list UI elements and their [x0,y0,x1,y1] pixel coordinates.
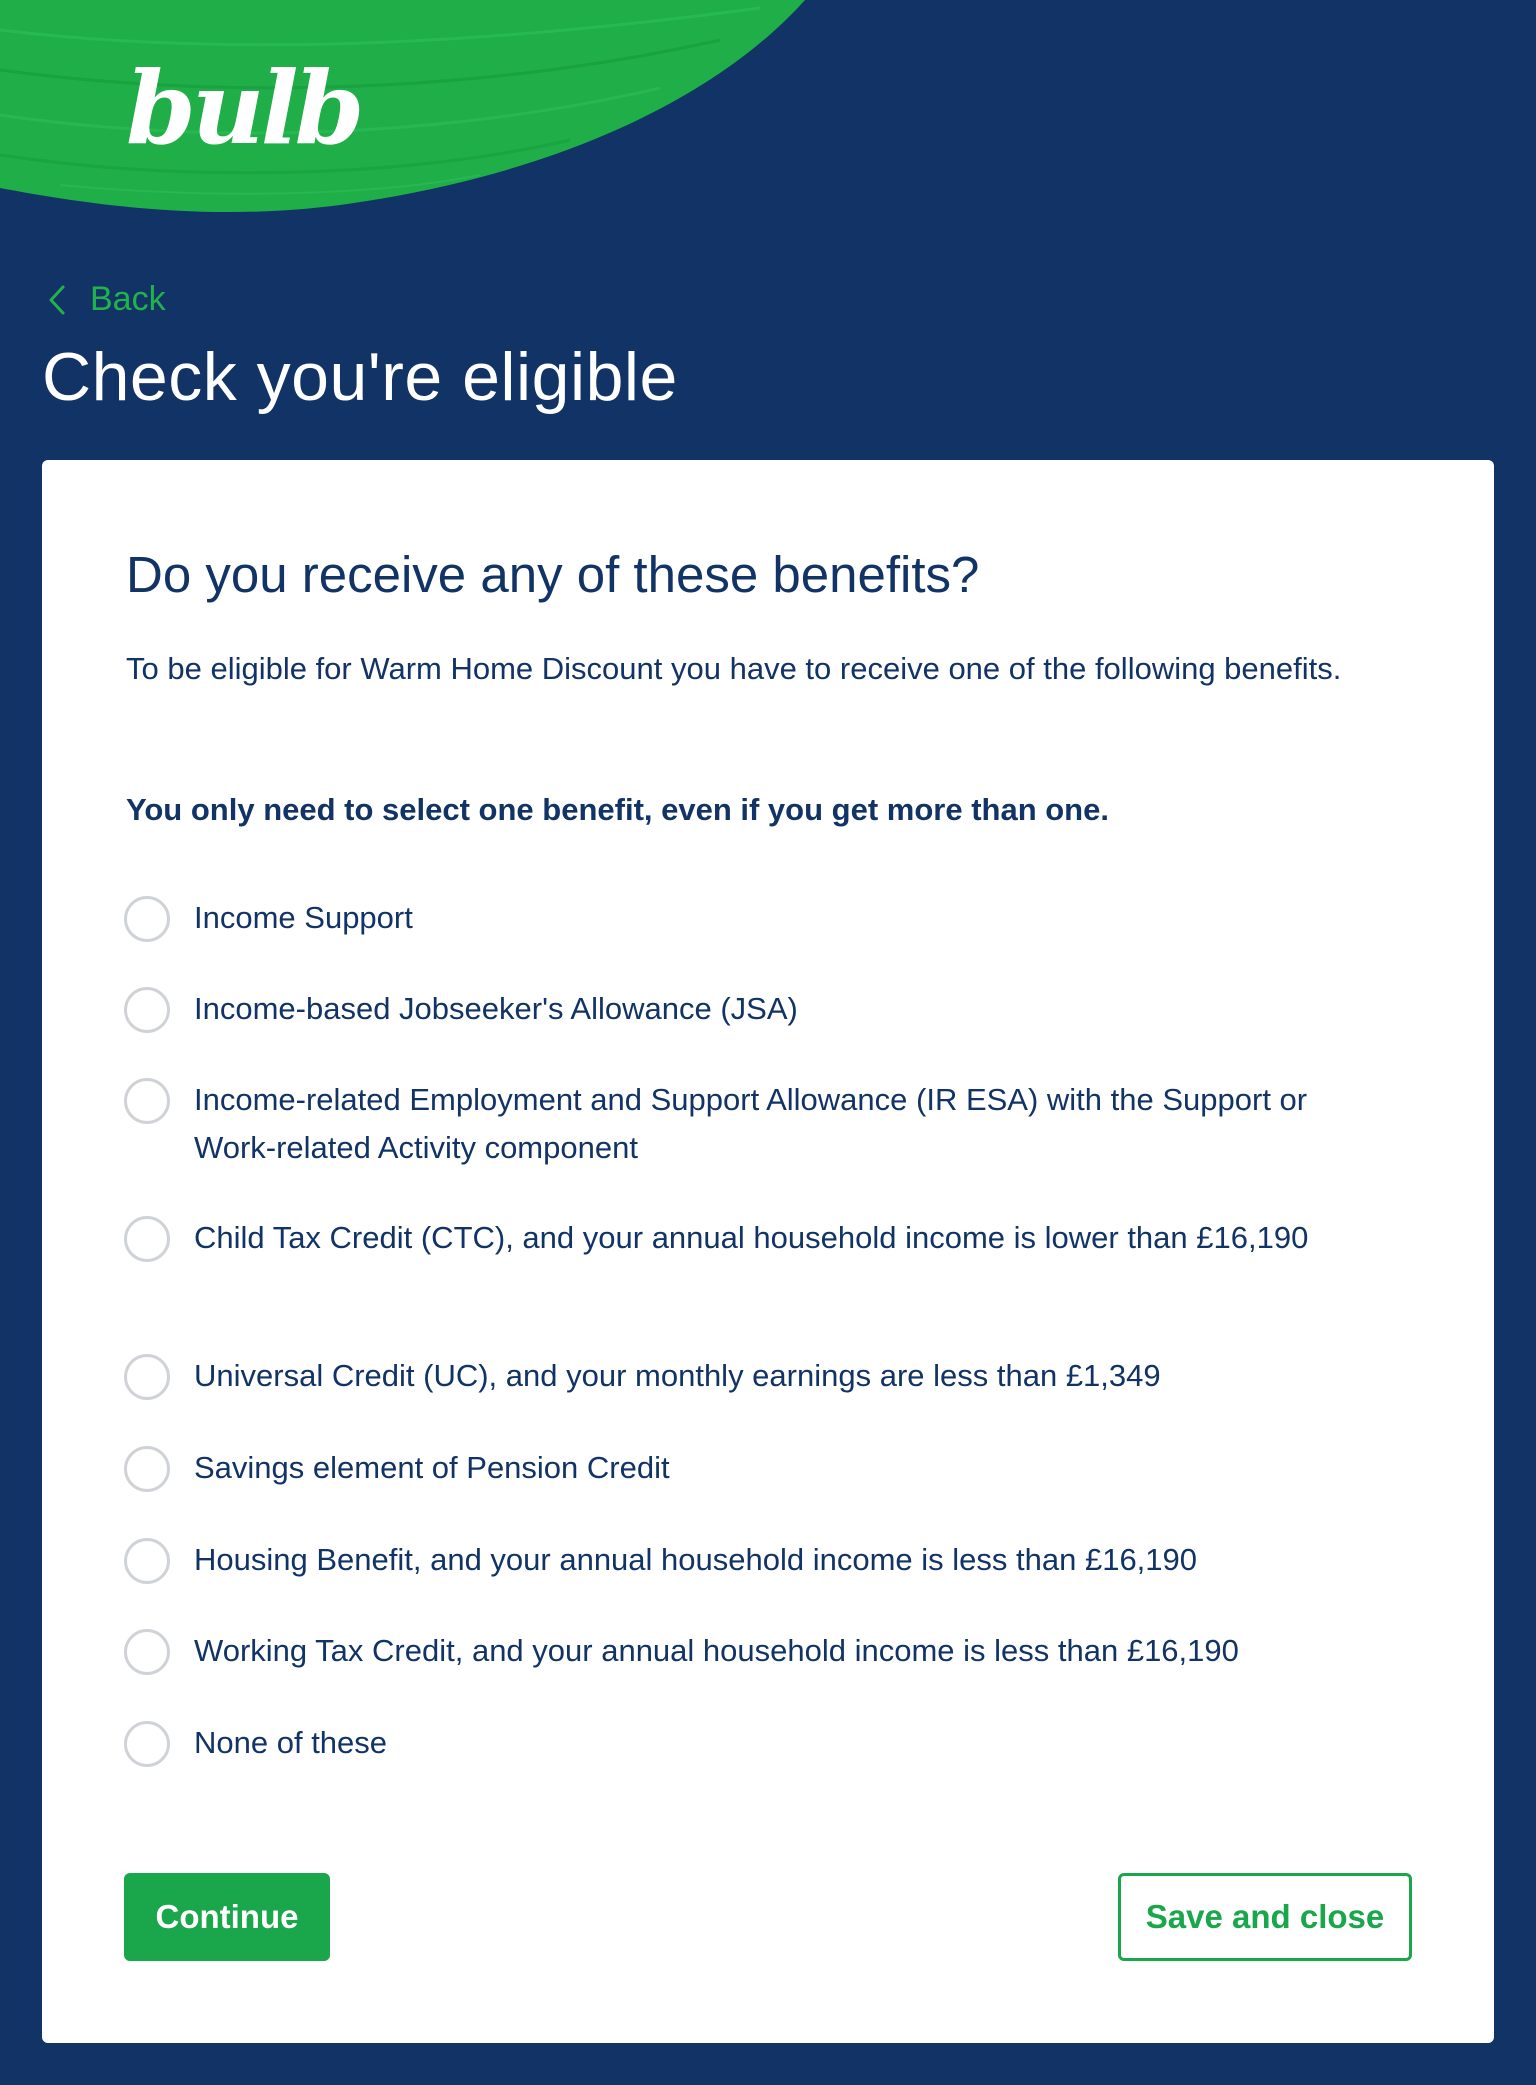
benefit-option-income-support[interactable]: Income Support [124,896,1404,942]
option-label: Working Tax Credit, and your annual hous… [194,1633,1239,1668]
option-label: Income-based Jobseeker's Allowance (JSA) [194,991,798,1026]
intro-text: To be eligible for Warm Home Discount yo… [126,651,1342,686]
radio-button[interactable] [124,1354,170,1400]
option-label: Savings element of Pension Credit [194,1450,670,1485]
radio-button[interactable] [124,1721,170,1767]
option-label: Child Tax Credit (CTC), and your annual … [194,1220,1309,1255]
benefit-option-ctc[interactable]: Child Tax Credit (CTC), and your annual … [124,1216,1404,1262]
radio-button[interactable] [124,896,170,942]
page: bulb Back Check you're eligible Do you r… [0,0,1536,2085]
option-label: Income Support [194,900,413,935]
back-link-label: Back [90,280,166,318]
benefit-option-working-tax-credit[interactable]: Working Tax Credit, and your annual hous… [124,1629,1404,1675]
radio-button[interactable] [124,1629,170,1675]
option-label: Universal Credit (UC), and your monthly … [194,1358,1161,1393]
benefit-option-pension-credit[interactable]: Savings element of Pension Credit [124,1446,1404,1492]
benefit-option-jsa[interactable]: Income-based Jobseeker's Allowance (JSA) [124,987,1404,1033]
radio-button[interactable] [124,1538,170,1584]
radio-button[interactable] [124,1446,170,1492]
radio-button[interactable] [124,1078,170,1124]
option-label: Income-related Employment and Support Al… [194,1082,1308,1165]
radio-button[interactable] [124,987,170,1033]
option-label: None of these [194,1725,388,1760]
instruction-text: You only need to select one benefit, eve… [126,792,1109,827]
benefit-option-ir-esa[interactable]: Income-related Employment and Support Al… [124,1078,1404,1172]
save-and-close-button[interactable]: Save and close [1118,1873,1412,1961]
continue-button[interactable]: Continue [124,1873,330,1961]
option-label: Housing Benefit, and your annual househo… [194,1542,1198,1577]
benefit-option-none[interactable]: None of these [124,1721,1404,1767]
benefit-option-housing-benefit[interactable]: Housing Benefit, and your annual househo… [124,1538,1404,1584]
header-brush-decoration [0,0,805,213]
page-title: Check you're eligible [42,339,678,415]
question-heading: Do you receive any of these benefits? [126,546,980,603]
back-link[interactable]: Back [46,280,166,319]
benefit-option-universal-credit[interactable]: Universal Credit (UC), and your monthly … [124,1354,1404,1400]
chevron-left-icon [49,285,65,314]
radio-button[interactable] [124,1216,170,1262]
eligibility-card: Do you receive any of these benefits? To… [42,460,1494,2043]
bulb-logo[interactable]: bulb [126,58,365,158]
